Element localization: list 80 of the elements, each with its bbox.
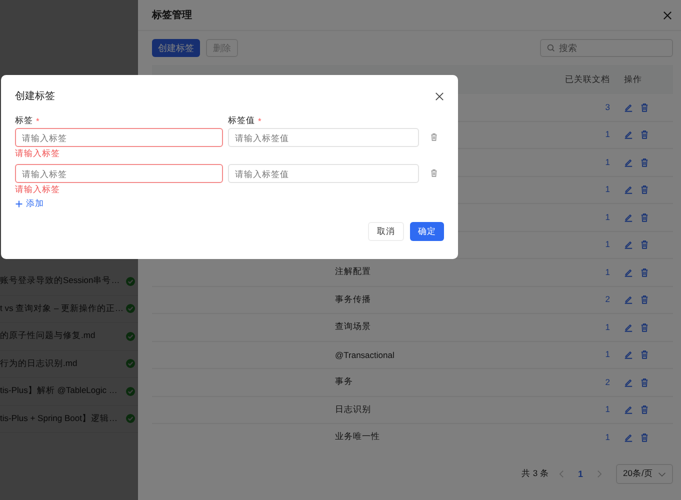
dialog-title: 创建标签 bbox=[15, 90, 55, 103]
trash-icon[interactable] bbox=[640, 102, 649, 112]
tag-value-input[interactable]: 请输入标签值 bbox=[228, 128, 419, 147]
trash-icon[interactable] bbox=[430, 169, 438, 177]
field-label: 标签值 bbox=[228, 115, 255, 127]
trash-icon[interactable] bbox=[640, 295, 649, 304]
tag-name: 注解配置 bbox=[335, 266, 371, 276]
tag-name: 查询场景 bbox=[335, 321, 371, 332]
edit-icon[interactable] bbox=[624, 295, 633, 304]
tag-name: 业务唯一性 bbox=[335, 431, 380, 442]
search-field[interactable]: 搜索 bbox=[540, 39, 673, 57]
edit-icon[interactable] bbox=[624, 432, 633, 442]
linked-doc-count[interactable]: 1 bbox=[605, 184, 610, 194]
close-icon[interactable] bbox=[663, 10, 672, 20]
check-circle-icon bbox=[126, 386, 135, 396]
trash-icon[interactable] bbox=[640, 240, 649, 250]
trash-icon[interactable] bbox=[640, 158, 649, 167]
column-header: 操作 bbox=[623, 74, 643, 86]
trash-icon[interactable] bbox=[640, 185, 649, 194]
linked-doc-count[interactable]: 1 bbox=[605, 432, 610, 442]
trash-icon[interactable] bbox=[640, 212, 649, 222]
check-circle-icon bbox=[126, 304, 135, 314]
edit-icon[interactable] bbox=[624, 212, 633, 222]
edit-icon[interactable] bbox=[624, 405, 633, 414]
linked-doc-count[interactable]: 2 bbox=[605, 376, 610, 387]
check-circle-icon bbox=[126, 414, 135, 424]
edit-icon[interactable] bbox=[624, 102, 633, 112]
linked-doc-count[interactable]: 1 bbox=[605, 322, 610, 332]
tag-input[interactable]: 请输入标签 bbox=[15, 128, 223, 147]
dialog-button[interactable]: 取消 bbox=[368, 222, 404, 241]
tag-input[interactable]: 请输入标签 bbox=[15, 164, 223, 183]
edit-icon[interactable] bbox=[624, 350, 633, 360]
dialog-button[interactable]: 确定 bbox=[410, 222, 444, 241]
add-button[interactable]: 添加 bbox=[15, 198, 44, 210]
plus-icon bbox=[15, 200, 23, 208]
check-circle-icon bbox=[126, 276, 135, 286]
tag-name: 日志识别 bbox=[335, 404, 371, 414]
required-mark: * bbox=[258, 116, 262, 126]
required-mark: * bbox=[36, 116, 40, 126]
linked-doc-count[interactable]: 1 bbox=[605, 156, 610, 167]
linked-doc-count[interactable]: 1 bbox=[605, 239, 610, 250]
tag-name: 事务 bbox=[335, 376, 353, 386]
linked-doc-count[interactable]: 1 bbox=[605, 129, 610, 140]
tag-name: @Transactional bbox=[335, 350, 394, 360]
edit-icon[interactable] bbox=[624, 185, 633, 194]
trash-icon[interactable] bbox=[640, 405, 649, 414]
linked-doc-count[interactable]: 2 bbox=[605, 294, 610, 304]
trash-icon[interactable] bbox=[640, 322, 649, 332]
tag-value-input[interactable]: 请输入标签值 bbox=[228, 164, 419, 183]
trash-icon[interactable] bbox=[640, 130, 649, 140]
edit-icon[interactable] bbox=[624, 268, 633, 277]
page-size-select[interactable]: 20条/页 bbox=[616, 464, 673, 484]
edit-icon[interactable] bbox=[624, 130, 633, 140]
check-circle-icon bbox=[126, 332, 135, 341]
chevron-down-icon bbox=[658, 472, 666, 476]
linked-doc-count[interactable]: 1 bbox=[605, 349, 610, 360]
edit-icon[interactable] bbox=[624, 240, 633, 250]
close-icon[interactable] bbox=[435, 92, 444, 100]
linked-doc-count[interactable]: 3 bbox=[605, 102, 610, 112]
tag-name: 事务传播 bbox=[335, 294, 371, 304]
drawer-title: 标签管理 bbox=[152, 8, 192, 22]
error-message: 请输入标签 bbox=[15, 184, 61, 196]
trash-icon[interactable] bbox=[430, 133, 438, 141]
edit-icon[interactable] bbox=[624, 378, 633, 387]
linked-doc-count[interactable]: 1 bbox=[605, 404, 610, 414]
trash-icon[interactable] bbox=[640, 268, 649, 277]
linked-doc-count[interactable]: 1 bbox=[605, 212, 610, 222]
toolbar-button[interactable]: 创建标签 bbox=[152, 39, 200, 57]
trash-icon[interactable] bbox=[640, 350, 649, 360]
error-message: 请输入标签 bbox=[15, 148, 61, 160]
total-count: 共 3 条 bbox=[522, 468, 549, 480]
trash-icon[interactable] bbox=[640, 432, 649, 442]
trash-icon[interactable] bbox=[640, 378, 649, 387]
linked-doc-count[interactable]: 1 bbox=[605, 266, 610, 277]
field-label: 标签 bbox=[15, 115, 33, 127]
column-header: 已关联文档 bbox=[564, 74, 611, 86]
page-button[interactable]: 1 bbox=[574, 469, 587, 479]
edit-icon[interactable] bbox=[624, 322, 633, 332]
edit-icon[interactable] bbox=[624, 158, 633, 167]
check-circle-icon bbox=[126, 359, 135, 368]
